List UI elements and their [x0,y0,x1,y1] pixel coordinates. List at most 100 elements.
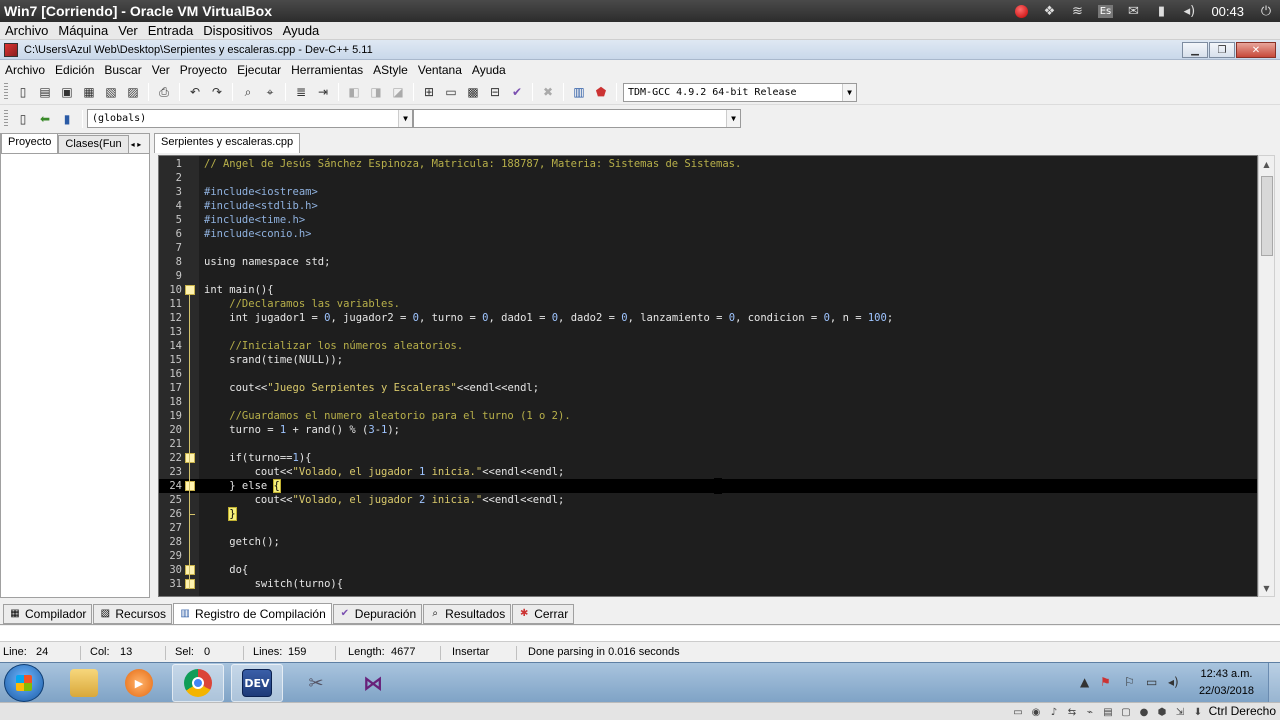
code-line[interactable]: 4 #include<stdlib.h> [159,199,1257,213]
menu-ejecutar[interactable]: Ejecutar [232,63,286,77]
vbox-menu-entrada[interactable]: Entrada [143,23,199,38]
scrollbar-thumb[interactable] [1261,176,1273,256]
taskbar-media-player[interactable]: ▶ [113,664,165,702]
toggle-comment-icon[interactable]: ◪ [388,82,408,102]
code-line[interactable]: 9 [159,269,1257,283]
tab-compilador[interactable]: ▦ Compilador [3,603,93,624]
code-line[interactable]: 2 [159,171,1257,185]
volume-icon[interactable]: ◂) [1168,675,1179,689]
mail-icon[interactable]: ✉ [1119,0,1147,22]
tab-scroll-arrows-icon[interactable]: ◂ ▸ [129,140,144,149]
mouse-integration-icon[interactable]: ⇲ [1174,706,1186,718]
menu-archivo[interactable]: Archivo [0,63,50,77]
taskbar-explorer[interactable] [58,664,110,702]
start-button[interactable] [4,664,44,702]
menu-ayuda[interactable]: Ayuda [467,63,511,77]
new-project-icon[interactable]: ⊞ [419,82,439,102]
indent-icon[interactable]: ◧ [344,82,364,102]
menu-astyle[interactable]: AStyle [368,63,413,77]
close-file-icon[interactable]: ▧ [101,82,121,102]
language-icon[interactable]: Es [1091,0,1119,22]
code-line[interactable]: 30 do{ [159,563,1257,577]
code-line[interactable]: 31 switch(turno){ [159,577,1257,591]
display-icon[interactable]: ▢ [1120,706,1132,718]
project-options-icon[interactable]: ▩ [463,82,483,102]
fold-toggle-icon[interactable] [185,565,195,575]
fold-toggle-icon[interactable] [185,481,195,491]
replace-icon[interactable]: ⌖ [260,82,280,102]
show-hidden-icons-icon[interactable]: ▲ [1080,675,1089,689]
editor-tab-file[interactable]: Serpientes y escaleras.cpp [154,133,301,153]
scroll-up-icon[interactable]: ▲ [1259,156,1274,172]
code-line[interactable]: 21 [159,437,1257,451]
code-line[interactable]: 1 // Angel de Jesús Sánchez Espinoza, Mat… [159,157,1257,171]
tile-icon[interactable]: ⊟ [485,82,505,102]
power-icon[interactable]: ⏻ [1252,0,1280,22]
toolbar-grip[interactable] [4,109,8,128]
code-line[interactable]: 10 int main(){ [159,283,1257,297]
editor-vertical-scrollbar[interactable]: ▲ ▼ [1258,155,1275,597]
fold-toggle-icon[interactable] [185,285,195,295]
show-desktop-button[interactable] [1268,663,1280,703]
chevron-down-icon[interactable]: ▼ [842,83,856,101]
profile-chart-icon[interactable]: ▥ [569,82,589,102]
tab-depuracion[interactable]: ✔ Depuración [332,603,423,624]
taskbar-clock[interactable]: 12:43 a.m. 22/03/2018 [1199,666,1254,700]
code-line[interactable]: 26 } [159,507,1257,521]
taskbar-tools[interactable]: ✂ [290,664,342,702]
window-icon[interactable]: ▭ [441,82,461,102]
code-line[interactable]: 29 [159,549,1257,563]
undo-icon[interactable]: ↶ [185,82,205,102]
taskbar-visual-studio[interactable]: ⋈ [347,664,399,702]
open-file-icon[interactable]: ▤ [35,82,55,102]
member-select[interactable]: ▼ [413,109,741,128]
tab-proyecto[interactable]: Proyecto [1,133,59,153]
battery-icon[interactable]: ▮ [1147,0,1175,22]
code-line[interactable]: 20 turno = 1 + rand() % (3-1); [159,423,1257,437]
taskbar-chrome[interactable] [172,664,224,702]
code-line[interactable]: 3 #include<iostream> [159,185,1257,199]
menu-ver[interactable]: Ver [147,63,175,77]
code-line[interactable]: 14 //Inicializar los números aleatorios. [159,339,1257,353]
save-icon[interactable]: ▣ [57,82,77,102]
tab-registro-compilacion[interactable]: ▥ Registro de Compilación [173,602,332,625]
code-line[interactable]: 12 int jugador1 = 0, jugador2 = 0, turno… [159,311,1257,325]
action-center-icon[interactable]: ⚐ [1124,675,1135,689]
virtualization-icon[interactable]: ⬢ [1156,706,1168,718]
tab-recursos[interactable]: ▧ Recursos [93,603,173,624]
chevron-down-icon[interactable]: ▼ [726,110,740,127]
menu-herramientas[interactable]: Herramientas [286,63,368,77]
video-capture-icon[interactable]: ● [1138,706,1150,718]
security-icon[interactable]: ⚑ [1100,675,1111,689]
menu-buscar[interactable]: Buscar [99,63,146,77]
stop-execution-icon[interactable]: ✖ [538,82,558,102]
record-icon[interactable] [1007,0,1035,22]
check-syntax-icon[interactable]: ✔ [507,82,527,102]
code-line[interactable]: 8 using namespace std; [159,255,1257,269]
code-line[interactable]: 25 cout<<"Volado, el jugador 2 inicia."<… [159,493,1257,507]
minimize-button[interactable]: ▁ [1182,42,1208,58]
volume-icon[interactable]: ◂) [1175,0,1203,22]
code-line[interactable]: 23 cout<<"Volado, el jugador 1 inicia."<… [159,465,1257,479]
usb-icon[interactable]: ⌁ [1084,706,1096,718]
scroll-down-icon[interactable]: ▼ [1259,580,1274,596]
network-adapter-icon[interactable]: ⇆ [1066,706,1078,718]
code-line[interactable]: 27 [159,521,1257,535]
harddisk-icon[interactable]: ▭ [1012,706,1024,718]
code-editor[interactable]: 1 // Angel de Jesús Sánchez Espinoza, Mat… [158,155,1258,597]
close-all-icon[interactable]: ▨ [123,82,143,102]
audio-icon[interactable]: ♪ [1048,706,1060,718]
code-line[interactable]: 11 //Declaramos las variables. [159,297,1257,311]
insert-icon[interactable]: ▯ [13,109,33,129]
code-line[interactable]: 5 #include<time.h> [159,213,1257,227]
scope-select[interactable]: (globals) ▼ [87,109,413,128]
close-button[interactable]: ✕ [1236,42,1276,58]
menu-edicion[interactable]: Edición [50,63,99,77]
goto-definition-icon[interactable]: ▮ [57,109,77,129]
toggle-bookmark-icon[interactable]: ⇥ [313,82,333,102]
vbox-menu-archivo[interactable]: Archivo [0,23,53,38]
wifi-icon[interactable]: ≋ [1063,0,1091,22]
goto-line-icon[interactable]: ≣ [291,82,311,102]
code-line[interactable]: 13 [159,325,1257,339]
code-line[interactable]: 6 #include<conio.h> [159,227,1257,241]
